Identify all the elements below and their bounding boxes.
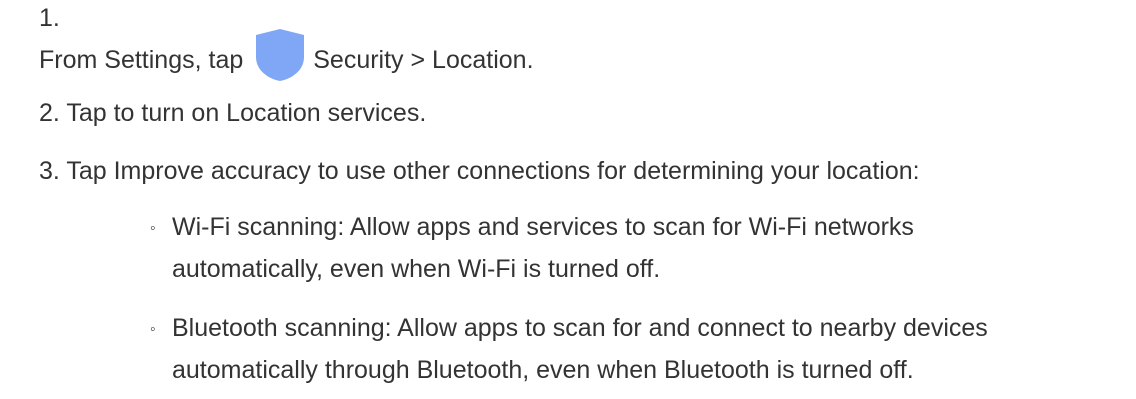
step-1-number: 1. <box>39 4 60 32</box>
sub-item-line2-text: automatically through Bluetooth, even wh… <box>172 356 914 384</box>
step-1-text-after: Security > Location. <box>313 46 534 74</box>
step-1-text-before: From Settings, tap <box>39 46 244 74</box>
shield-icon <box>251 27 309 81</box>
step-3-text: 3. Tap Improve accuracy to use other con… <box>39 157 920 185</box>
sub-item-line1-text: Bluetooth scanning: Allow apps to scan f… <box>172 314 988 342</box>
sub-item-line1-text: Wi-Fi scanning: Allow apps and services … <box>172 213 914 241</box>
sub-item-bluetooth-scanning: ◦ Bluetooth scanning: Allow apps to scan … <box>150 310 1125 388</box>
sub-item-line2-text: automatically, even when Wi-Fi is turned… <box>172 255 661 283</box>
bullet-icon: ◦ <box>150 220 156 237</box>
step-1-text: From Settings, tap Security > Location. <box>39 29 534 81</box>
sub-item-line: ◦ Bluetooth scanning: Allow apps to scan … <box>150 310 1125 348</box>
sub-item-wifi-scanning: ◦ Wi-Fi scanning: Allow apps and services… <box>150 209 1125 287</box>
sub-item-line: ◦ Wi-Fi scanning: Allow apps and services… <box>150 209 1125 247</box>
bullet-icon: ◦ <box>150 321 156 338</box>
step-2-text: 2. Tap to turn on Location services. <box>39 99 427 127</box>
